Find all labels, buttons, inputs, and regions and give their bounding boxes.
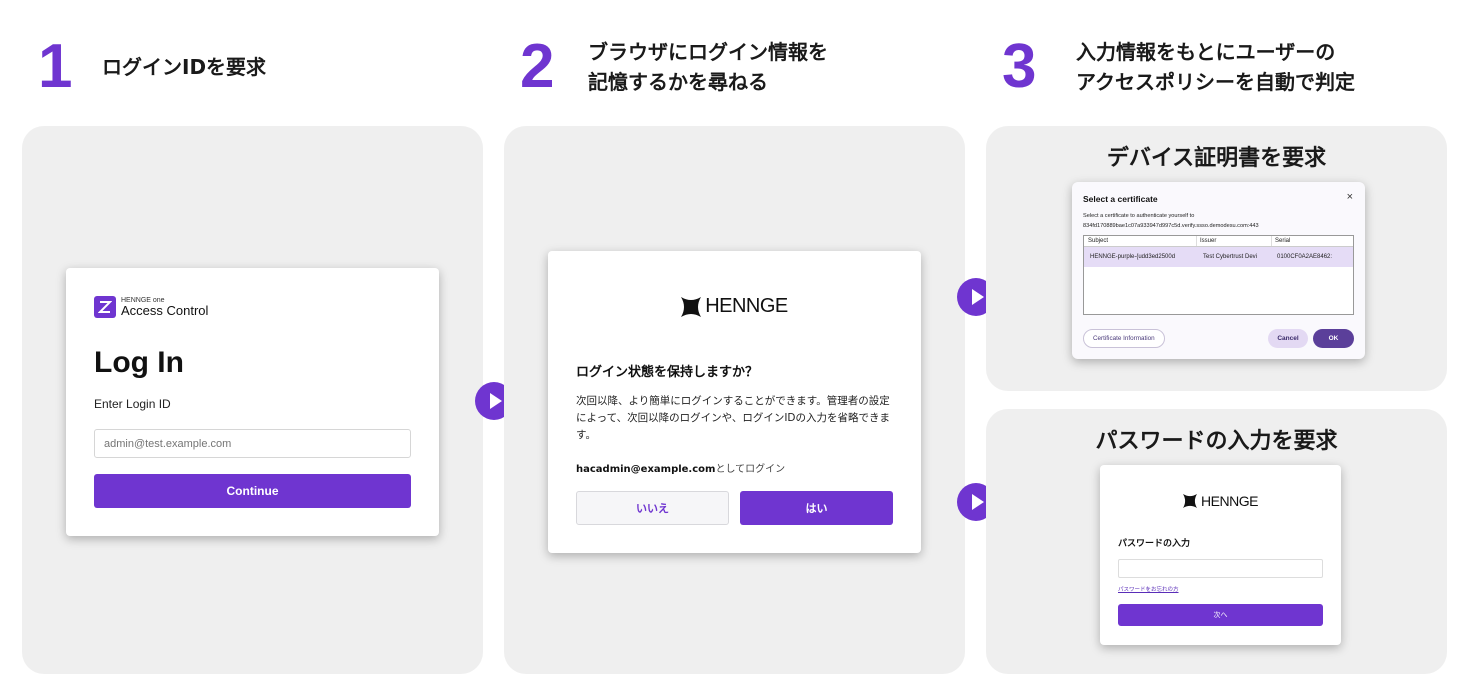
password-panel: パスワードの入力を要求 HENNGE パスワードの入力 パスワードをお忘れの方 …: [986, 409, 1447, 674]
account-line: hacadmin@example.comとしてログイン: [576, 460, 785, 475]
login-id-input[interactable]: [94, 429, 411, 458]
dialog-title: Select a certificate: [1083, 194, 1158, 204]
remember-card: HENNGE ログイン状態を保持しますか？ 次回以降、より簡単にログインすること…: [548, 251, 921, 553]
cell-serial: 0100CF0A2AE8462:: [1277, 254, 1333, 260]
step-number: 1: [38, 32, 73, 101]
yes-button[interactable]: はい: [740, 491, 893, 525]
remember-description: 次回以降、より簡単にログインすることができます。管理者の設定によって、次回以降の…: [576, 395, 891, 441]
close-icon[interactable]: ×: [1347, 191, 1353, 203]
continue-button[interactable]: Continue: [94, 474, 411, 508]
password-input[interactable]: [1118, 559, 1323, 578]
step-2-header: 2 ブラウザにログイン情報を 記憶するかを尋ねる: [520, 36, 828, 98]
account-suffix: としてログイン: [715, 464, 786, 475]
logo-text: HENNGE: [1201, 493, 1258, 509]
next-button[interactable]: 次へ: [1118, 604, 1323, 626]
ok-button[interactable]: OK: [1313, 329, 1354, 348]
table-header: Subject Issuer Serial: [1084, 236, 1353, 247]
cancel-button[interactable]: Cancel: [1268, 329, 1308, 348]
cell-issuer: Test Cybertrust Devi: [1203, 254, 1258, 260]
desc-line-1: Select a certificate to authenticate you…: [1083, 213, 1195, 219]
step-title: ログインIDを要求: [102, 55, 267, 79]
hennge-one-icon: [94, 296, 116, 318]
certificate-information-button[interactable]: Certificate Information: [1083, 329, 1165, 348]
brand-name: Access Control: [121, 303, 209, 318]
account-email: hacadmin@example.com: [576, 464, 716, 475]
step-title: ブラウザにログイン情報を 記憶するかを尋ねる: [588, 40, 828, 94]
step-number: 2: [520, 32, 555, 101]
panel-title: パスワードの入力を要求: [1095, 429, 1338, 454]
column-header: Issuer: [1197, 236, 1272, 246]
dialog-description: Select a certificate to authenticate you…: [1083, 211, 1259, 231]
password-card: HENNGE パスワードの入力 パスワードをお忘れの方 次へ: [1100, 465, 1341, 645]
hennge-logo-icon: [681, 296, 702, 317]
step-1-header: 1 ログインIDを要求: [38, 36, 266, 98]
step-title: 入力情報をもとにユーザーの アクセスポリシーを自動で判定: [1076, 40, 1355, 94]
certificate-dialog: Select a certificate × Select a certific…: [1072, 182, 1365, 359]
brand-logo: HENNGE one Access Control: [94, 296, 208, 318]
password-label: パスワードの入力: [1118, 539, 1191, 549]
login-subheading: Enter Login ID: [94, 397, 171, 411]
step-3-header: 3 入力情報をもとにユーザーの アクセスポリシーを自動で判定: [1002, 36, 1355, 98]
no-button[interactable]: いいえ: [576, 491, 729, 525]
forgot-password-link[interactable]: パスワードをお忘れの方: [1118, 585, 1179, 593]
hennge-logo: HENNGE: [548, 295, 921, 318]
certificate-panel: デバイス証明書を要求 Select a certificate × Select…: [986, 126, 1447, 391]
login-panel: HENNGE one Access Control Log In Enter L…: [22, 126, 483, 674]
cell-subject: HENNGE-purple-{udd3ed2500d: [1090, 254, 1176, 260]
hennge-logo-icon: [1183, 494, 1198, 508]
step-number: 3: [1002, 32, 1037, 101]
certificate-table: Subject Issuer Serial HENNGE-purple-{udd…: [1083, 235, 1354, 315]
page-title: Log In: [94, 346, 184, 379]
column-header: Subject: [1084, 236, 1197, 246]
remember-question: ログイン状態を保持しますか？: [576, 365, 759, 380]
logo-text: HENNGE: [705, 295, 788, 317]
login-card: HENNGE one Access Control Log In Enter L…: [66, 268, 439, 536]
desc-line-2: 834fd170889bae1c07a933947d997c5d.verify.…: [1083, 223, 1259, 229]
remember-panel: HENNGE ログイン状態を保持しますか？ 次回以降、より簡単にログインすること…: [504, 126, 965, 674]
column-header: Serial: [1275, 238, 1291, 244]
panel-title: デバイス証明書を要求: [1106, 146, 1327, 171]
table-row[interactable]: HENNGE-purple-{udd3ed2500d Test Cybertru…: [1084, 247, 1353, 267]
hennge-logo: HENNGE: [1100, 493, 1341, 509]
